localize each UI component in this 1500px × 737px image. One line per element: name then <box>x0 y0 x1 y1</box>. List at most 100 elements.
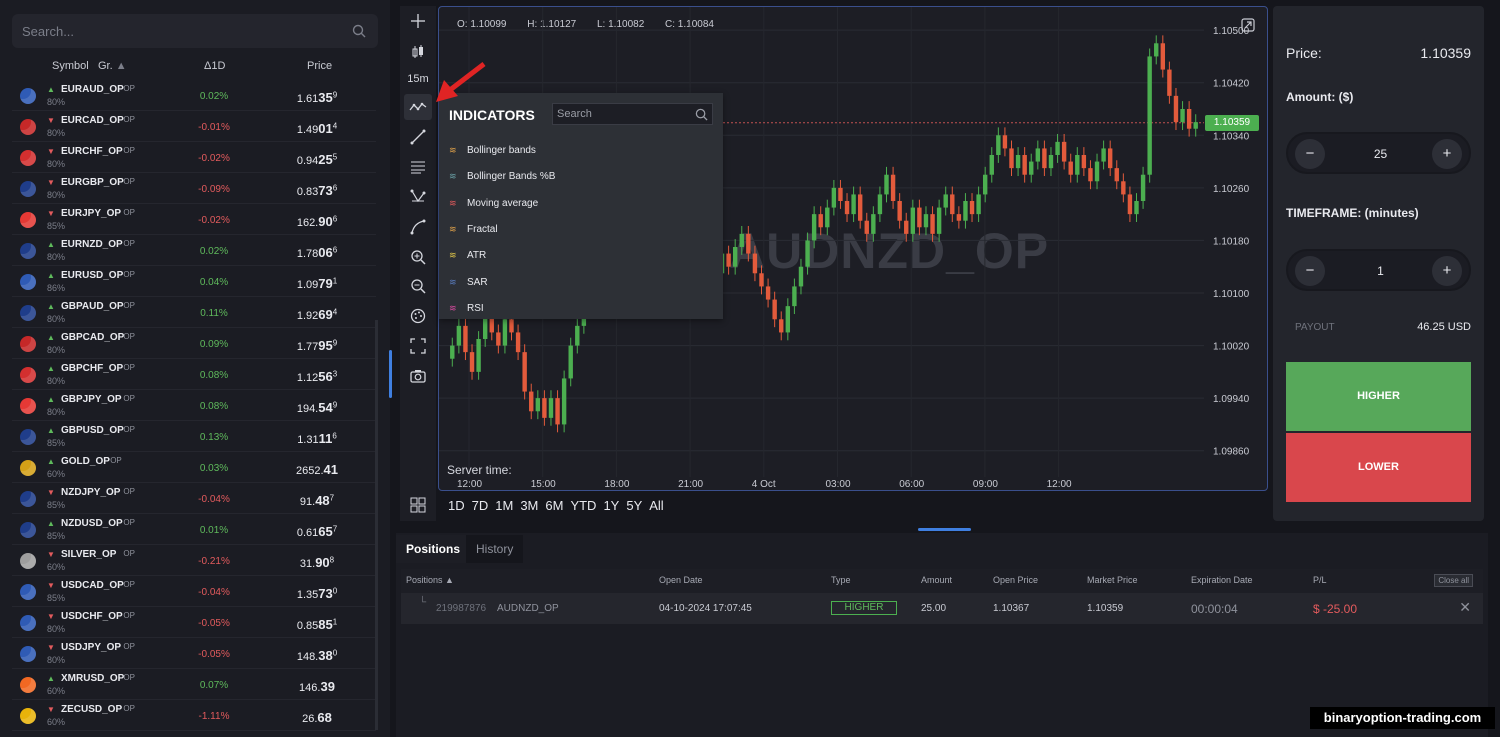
period-button[interactable]: 6M <box>545 498 563 513</box>
fibonacci-tool[interactable] <box>404 154 432 180</box>
amount-increase-button[interactable]: + <box>1432 139 1462 169</box>
higher-button[interactable]: HIGHER <box>1286 362 1471 431</box>
symbol-row[interactable]: ▲ GBPCAD_OP OP 80% 0.09% 1.77959 <box>12 328 376 359</box>
search-icon[interactable] <box>352 24 366 38</box>
period-button[interactable]: YTD <box>570 498 596 513</box>
symbol-row[interactable]: ▲ GBPJPY_OP OP 80% 0.08% 194.549 <box>12 390 376 421</box>
symbol-row[interactable]: ▼ EURJPY_OP OP 85% -0.02% 162.906 <box>12 204 376 235</box>
curve-tool[interactable] <box>404 214 432 240</box>
lower-button[interactable]: LOWER <box>1286 433 1471 502</box>
symbol-row[interactable]: ▼ USDCAD_OP OP 85% -0.04% 1.35730 <box>12 576 376 607</box>
column-header[interactable]: Open Date <box>659 575 703 585</box>
column-header[interactable]: Positions ▲ <box>406 575 454 585</box>
arrow-up-icon: ▲ <box>47 674 55 683</box>
column-header[interactable]: Market Price <box>1087 575 1138 585</box>
symbol-row[interactable]: ▼ USDJPY_OP OP 80% -0.05% 148.380 <box>12 638 376 669</box>
currency-flag-icon <box>20 708 36 724</box>
symbol-row[interactable]: ▲ EURNZD_OP OP 80% 0.02% 1.78066 <box>12 235 376 266</box>
symbol-row[interactable]: ▲ EURUSD_OP OP 86% 0.04% 1.09791 <box>12 266 376 297</box>
period-button[interactable]: 7D <box>472 498 489 513</box>
daily-change: 0.04% <box>199 277 229 288</box>
symbol-row[interactable]: ▼ NZDJPY_OP OP 85% -0.04% 91.487 <box>12 483 376 514</box>
trendline-tool[interactable] <box>404 124 432 150</box>
symbol-row[interactable]: ▼ USDCHF_OP OP 80% -0.05% 0.85851 <box>12 607 376 638</box>
fullscreen-tool[interactable] <box>404 333 432 359</box>
column-header[interactable]: P/L <box>1313 575 1327 585</box>
symbol-row[interactable]: ▲ EURAUD_OP OP 80% 0.02% 1.61359 <box>12 80 376 111</box>
indicator-item[interactable]: ≋ Moving average <box>449 198 538 209</box>
search-icon[interactable] <box>695 108 708 121</box>
daily-change: -0.02% <box>198 153 230 164</box>
amount-value[interactable]: 25 <box>1348 147 1413 161</box>
horizontal-splitter[interactable] <box>918 528 971 531</box>
timeframe-decrease-button[interactable]: − <box>1295 256 1325 286</box>
vertical-splitter[interactable] <box>389 350 392 398</box>
header-delta[interactable]: Δ1D <box>204 60 225 72</box>
symbol-price: 1.61359 <box>272 90 362 105</box>
timeframe-increase-button[interactable]: + <box>1432 256 1462 286</box>
symbol-row[interactable]: ▼ ZECUSD_OP OP 60% -1.11% 26.68 <box>12 700 376 731</box>
layout-tool[interactable] <box>404 492 432 518</box>
header-symbol[interactable]: Symbol <box>52 60 89 72</box>
symbol-search-input[interactable] <box>12 14 378 48</box>
zoom-out-tool[interactable] <box>404 273 432 299</box>
indicator-item[interactable]: ≋ Fractal <box>449 224 498 235</box>
close-all-button[interactable]: Close all <box>1434 574 1473 587</box>
position-pl: $ -25.00 <box>1313 602 1358 616</box>
header-group[interactable]: Gr. ▲ <box>98 60 127 72</box>
period-button[interactable]: 5Y <box>626 498 642 513</box>
table-row[interactable]: └ 219987876 AUDNZD_OP 04-10-2024 17:07:4… <box>401 593 1483 624</box>
candle-body <box>765 286 771 300</box>
period-button[interactable]: 1M <box>495 498 513 513</box>
column-header[interactable]: Type <box>831 575 851 585</box>
indicator-item[interactable]: ≋ SAR <box>449 277 488 288</box>
indicator-item[interactable]: ≋ Bollinger bands <box>449 145 536 156</box>
candle-body <box>805 240 810 267</box>
symbol-row[interactable]: ▲ NZDUSD_OP OP 85% 0.01% 0.61657 <box>12 514 376 545</box>
amount-decrease-button[interactable]: − <box>1295 139 1325 169</box>
symbol-list-scrollbar[interactable] <box>375 320 378 730</box>
indicator-item[interactable]: ≋ Bollinger Bands %B <box>449 171 555 182</box>
indicator-item[interactable]: ≋ RSI <box>449 303 484 314</box>
pattern-tool[interactable] <box>404 184 432 210</box>
indicator-item[interactable]: ≋ ATR <box>449 250 486 261</box>
screenshot-tool[interactable] <box>404 363 432 389</box>
symbol-row[interactable]: ▲ GOLD_OP OP 60% 0.03% 2652.41 <box>12 452 376 483</box>
timeframe-value[interactable]: 1 <box>1348 264 1413 278</box>
symbol-price: 146.39 <box>272 679 362 694</box>
period-button[interactable]: 1D <box>448 498 465 513</box>
symbol-search[interactable] <box>12 14 378 48</box>
candle-body <box>1114 168 1119 182</box>
header-price[interactable]: Price <box>307 60 332 72</box>
close-icon[interactable]: ✕ <box>1459 599 1471 616</box>
indicators-search[interactable] <box>552 103 713 125</box>
indicators-tool[interactable] <box>404 94 432 120</box>
symbol-row[interactable]: ▲ GBPAUD_OP OP 80% 0.11% 1.92694 <box>12 297 376 328</box>
timeframe-tool[interactable]: 15m <box>404 66 432 92</box>
symbol-row[interactable]: ▼ SILVER_OP OP 60% -0.21% 31.908 <box>12 545 376 576</box>
period-button[interactable]: All <box>649 498 663 513</box>
column-header[interactable]: Expiration Date <box>1191 575 1253 585</box>
column-header[interactable]: Amount <box>921 575 952 585</box>
period-button[interactable]: 1Y <box>603 498 619 513</box>
tab-positions[interactable]: Positions <box>396 535 471 563</box>
indicators-search-input[interactable] <box>553 104 712 124</box>
crosshair-tool[interactable] <box>404 8 432 34</box>
daily-change: 0.09% <box>199 339 229 350</box>
symbol-row[interactable]: ▼ EURCAD_OP OP 80% -0.01% 1.49014 <box>12 111 376 142</box>
symbol-row[interactable]: ▼ EURGBP_OP OP 80% -0.09% 0.83736 <box>12 173 376 204</box>
period-button[interactable]: 3M <box>520 498 538 513</box>
column-header[interactable]: Open Price <box>993 575 1038 585</box>
candle-body <box>936 207 942 234</box>
symbol-row[interactable]: ▲ XMRUSD_OP OP 60% 0.07% 146.39 <box>12 669 376 700</box>
tab-history[interactable]: History <box>466 535 524 563</box>
candle-body <box>792 286 797 307</box>
symbol-row[interactable]: ▲ GBPCHF_OP OP 80% 0.08% 1.12563 <box>12 359 376 390</box>
palette-tool[interactable] <box>404 303 432 329</box>
symbol-row[interactable]: ▲ GBPUSD_OP OP 85% 0.13% 1.31116 <box>12 421 376 452</box>
indicator-label: Bollinger bands <box>467 145 536 156</box>
zoom-in-tool[interactable] <box>404 244 432 270</box>
chart-type-tool[interactable] <box>404 39 432 65</box>
symbol-row[interactable]: ▼ EURCHF_OP OP 80% -0.02% 0.94255 <box>12 142 376 173</box>
expand-icon[interactable] <box>1241 18 1255 32</box>
